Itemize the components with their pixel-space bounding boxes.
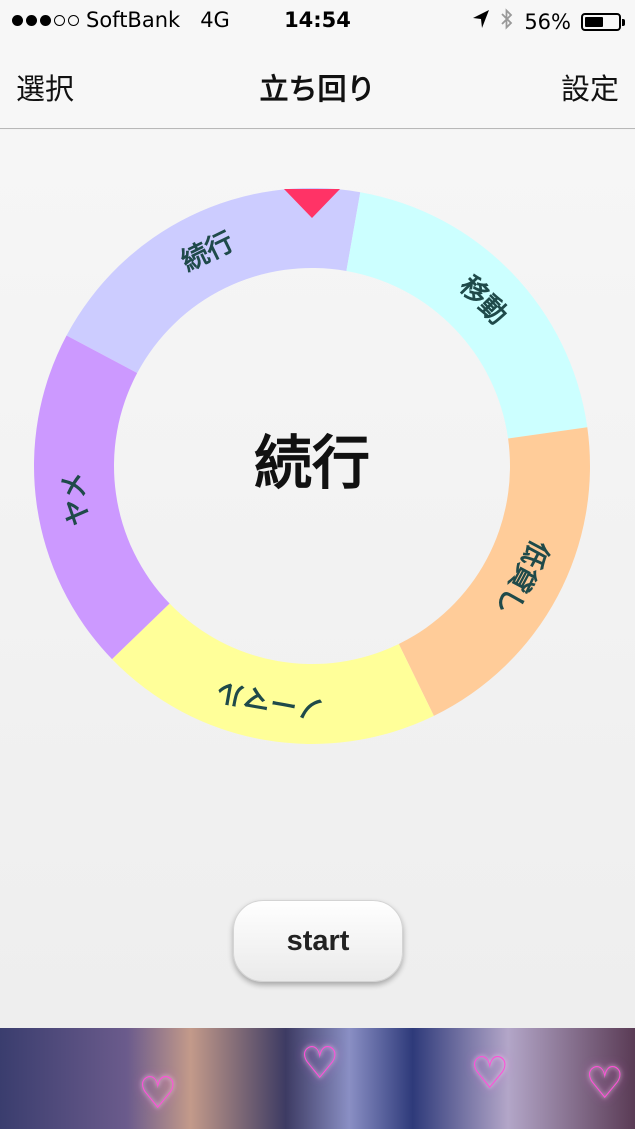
battery-percent: 56% [524,9,571,34]
location-arrow-icon [472,9,490,34]
ad-banner[interactable]: ♡ ♡ ♡ ♡ [0,1028,635,1129]
battery-level [585,16,603,27]
result-label: 続行 [254,429,370,497]
page-title: 立ち回り [259,72,376,106]
heart-icon: ♡ [300,1038,340,1089]
roulette-wheel[interactable]: 続行移動低貸しノーマルヤメ続行 [0,130,635,770]
heart-icon: ♡ [470,1048,510,1099]
start-button[interactable]: start [233,900,403,982]
main-content: 続行 移動 低貸し ノーマル ヤメ 続行 start [0,130,635,1028]
heart-icon: ♡ [138,1068,178,1119]
wheel-segment [112,603,434,745]
wheel-segment [398,427,590,716]
wheel-segment [66,188,361,374]
battery-icon [581,12,625,31]
wheel-segment [346,192,588,439]
settings-button[interactable]: 設定 [561,66,619,108]
heart-icon: ♡ [585,1058,625,1109]
status-right: 56% [472,8,625,35]
bluetooth-icon [500,8,514,35]
navigation-bar: 選択 立ち回り 設定 [0,44,635,129]
status-bar: SoftBank 4G 14:54 56% [0,0,635,44]
wheel-segment [34,335,170,660]
